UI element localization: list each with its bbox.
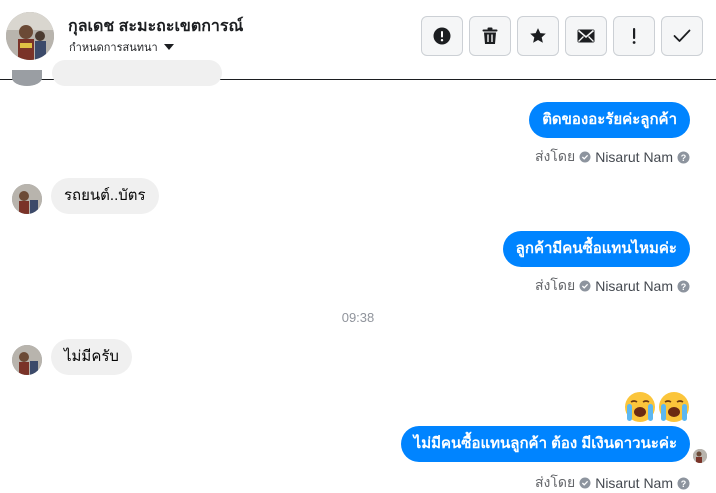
message-text: ติดของอะรัยค่ะลูกค้า <box>542 111 677 128</box>
contact-avatar-small <box>12 70 42 86</box>
message-text: รถยนต์..บัตร <box>64 187 146 204</box>
verified-check-icon <box>579 151 591 163</box>
message-text: ไม่มีครับ <box>64 348 119 365</box>
incoming-message-bubble-partial <box>52 60 222 86</box>
conversation-toolbar <box>421 16 703 56</box>
delete-button[interactable] <box>469 16 511 56</box>
svg-text:?: ? <box>681 282 687 292</box>
conversation-settings-label: กำหนดการสนทนา <box>69 42 158 54</box>
sender-name[interactable]: Nisarut Nam <box>595 475 673 491</box>
star-icon <box>530 28 546 43</box>
contact-avatar-small[interactable] <box>12 184 42 214</box>
sender-name[interactable]: Nisarut Nam <box>595 149 673 165</box>
sent-by-label: ส่งโดย <box>535 148 576 164</box>
help-icon[interactable]: ? <box>677 151 690 164</box>
mark-spam-button[interactable] <box>421 16 463 56</box>
help-icon[interactable]: ? <box>677 477 690 490</box>
loudly-crying-face-icon <box>625 392 655 422</box>
important-button[interactable] <box>613 16 655 56</box>
outgoing-message-bubble[interactable]: ลูกค้ามีคนซื้อแทนไหมค่ะ <box>502 231 690 267</box>
star-button[interactable] <box>517 16 559 56</box>
trash-icon <box>482 27 498 44</box>
exclamation-circle-icon <box>433 27 451 45</box>
sent-by-line: ส่งโดย Nisarut Nam ? <box>535 146 690 168</box>
avatar-photo <box>12 345 42 375</box>
verified-check-icon <box>579 477 591 489</box>
message-text: ลูกค้ามีคนซื้อแทนไหมค่ะ <box>515 240 677 257</box>
checkmark-icon <box>673 29 691 42</box>
incoming-message-bubble[interactable]: ไม่มีครับ <box>51 339 132 375</box>
mark-unread-button[interactable] <box>565 16 607 56</box>
avatar-photo <box>6 12 54 60</box>
incoming-message-bubble[interactable]: รถยนต์..บัตร <box>51 178 159 214</box>
svg-text:?: ? <box>681 479 687 489</box>
outgoing-message-bubble[interactable]: ติดของอะรัยค่ะลูกค้า <box>529 102 690 138</box>
message-text: ไม่มีคนซื้อแทนลูกค้า ต้อง มีเงินดาวนะค่ะ <box>413 435 677 452</box>
avatar-photo <box>693 449 707 463</box>
emoji-message[interactable] <box>624 391 690 423</box>
envelope-icon <box>577 29 595 43</box>
conversation-settings-dropdown[interactable]: กำหนดการสนทนา <box>69 38 174 56</box>
outgoing-message-bubble[interactable]: ไม่มีคนซื้อแทนลูกค้า ต้อง มีเงินดาวนะค่ะ <box>400 426 690 462</box>
contact-avatar[interactable] <box>6 12 54 60</box>
sender-name[interactable]: Nisarut Nam <box>595 278 673 294</box>
sent-by-line: ส่งโดย Nisarut Nam ? <box>535 275 690 297</box>
sent-by-line: ส่งโดย Nisarut Nam ? <box>535 472 690 493</box>
message-timestamp: 09:38 <box>341 310 375 325</box>
contact-avatar-small[interactable] <box>12 345 42 375</box>
svg-text:?: ? <box>681 153 687 163</box>
verified-check-icon <box>579 280 591 292</box>
seen-by-avatar <box>693 449 707 463</box>
loudly-crying-face-icon <box>659 392 689 422</box>
sent-by-label: ส่งโดย <box>535 277 576 293</box>
done-button[interactable] <box>661 16 703 56</box>
exclamation-icon <box>632 28 636 44</box>
help-icon[interactable]: ? <box>677 280 690 293</box>
contact-name[interactable]: กุลเดช สะมะถะเขตการณ์ <box>68 14 243 39</box>
sent-by-label: ส่งโดย <box>535 474 576 490</box>
avatar-photo <box>12 184 42 214</box>
caret-down-icon <box>163 44 174 50</box>
